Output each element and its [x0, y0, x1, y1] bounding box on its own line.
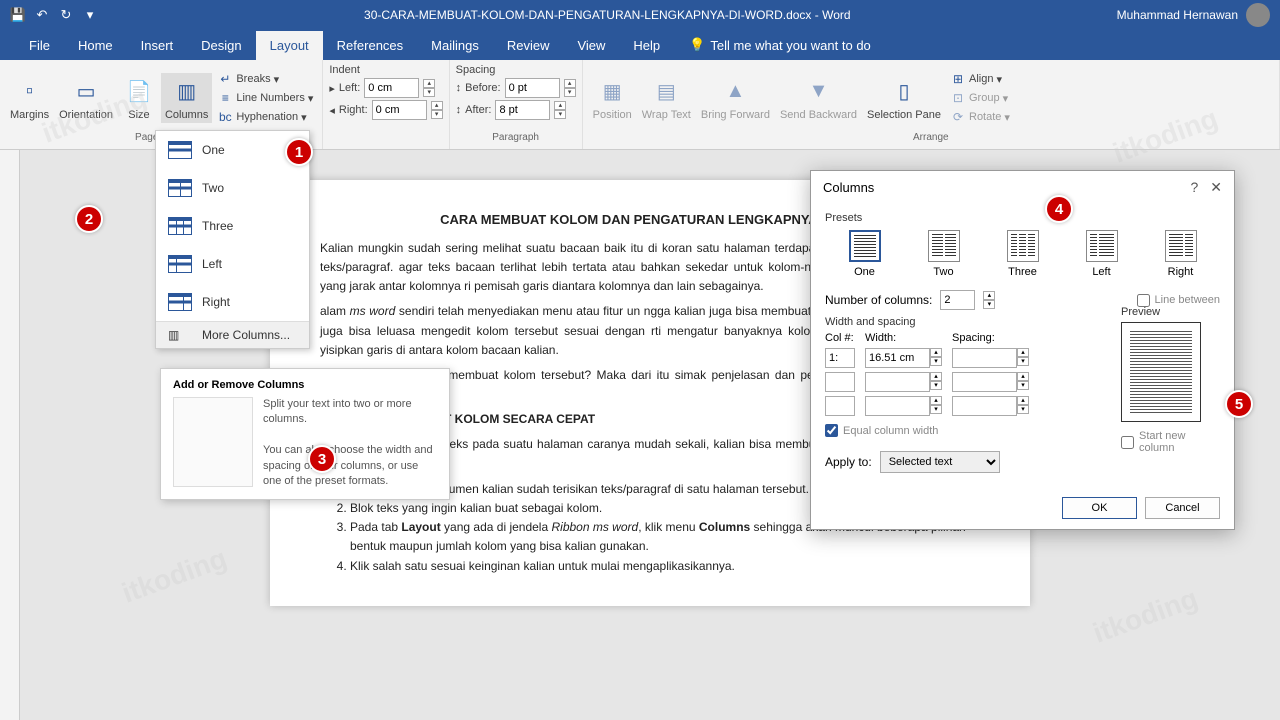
selection-icon: ▯ [888, 75, 920, 107]
number-of-columns-input[interactable] [940, 290, 975, 310]
columns-three[interactable]: Three [156, 207, 309, 245]
document-title: 30-CARA-MEMBUAT-KOLOM-DAN-PENGATURAN-LEN… [98, 8, 1117, 22]
breaks-icon: ↵ [217, 71, 233, 87]
tab-layout[interactable]: Layout [256, 31, 323, 60]
tab-references[interactable]: References [323, 31, 417, 60]
align-icon: ⊞ [950, 71, 966, 87]
group-label-paragraph: Paragraph [456, 132, 576, 145]
tell-me-search[interactable]: 💡 Tell me what you want to do [689, 37, 871, 53]
annotation-badge-5: 5 [1225, 390, 1253, 418]
cancel-button[interactable]: Cancel [1145, 497, 1220, 519]
indent-left-input[interactable] [364, 78, 419, 98]
annotation-badge-4: 4 [1045, 195, 1073, 223]
user-name: Muhammad Hernawan [1117, 8, 1238, 22]
columns-two[interactable]: Two [156, 169, 309, 207]
columns-right[interactable]: Right [156, 283, 309, 321]
group-label-arrange: Arrange [589, 132, 1273, 145]
group-button[interactable]: ⊡Group ▾ [947, 89, 1013, 107]
align-button[interactable]: ⊞Align ▾ [947, 70, 1013, 88]
columns-button[interactable]: ▥Columns [161, 73, 212, 123]
dialog-help-icon[interactable]: ? [1190, 179, 1198, 196]
preset-left[interactable]: Left [1086, 230, 1118, 278]
preset-one[interactable]: One [849, 230, 881, 278]
redo-icon[interactable]: ↻ [58, 7, 74, 23]
preview-box [1121, 322, 1201, 422]
columns-more[interactable]: ▥More Columns... [156, 321, 309, 348]
spinner-up[interactable]: ▴ [423, 79, 435, 88]
bring-forward-button[interactable]: ▲Bring Forward [697, 73, 774, 123]
tab-review[interactable]: Review [493, 31, 564, 60]
columns-icon: ▥ [171, 75, 203, 107]
orientation-icon: ▭ [70, 75, 102, 107]
preset-two[interactable]: Two [928, 230, 960, 278]
indent-right-input[interactable] [372, 100, 427, 120]
columns-dropdown: One Two Three Left Right ▥More Columns..… [155, 130, 310, 349]
margins-icon: ▫ [14, 75, 46, 107]
margins-button[interactable]: ▫Margins [6, 73, 53, 123]
spacing-after-icon: ↕ [456, 104, 462, 116]
line-numbers-button[interactable]: ≡Line Numbers ▾ [214, 89, 316, 107]
tooltip-title: Add or Remove Columns [173, 379, 437, 391]
rotate-icon: ⟳ [950, 109, 966, 125]
line-numbers-icon: ≡ [217, 90, 233, 106]
spacing-before-input[interactable] [505, 78, 560, 98]
tab-insert[interactable]: Insert [127, 31, 188, 60]
preset-right[interactable]: Right [1165, 230, 1197, 278]
tab-file[interactable]: File [15, 31, 64, 60]
size-icon: 📄 [123, 75, 155, 107]
spacing-before-icon: ↕ [456, 82, 462, 94]
start-new-column-checkbox[interactable] [1121, 436, 1134, 449]
spacing-after-input[interactable] [495, 100, 550, 120]
hyphenation-button[interactable]: bcHyphenation ▾ [214, 108, 316, 126]
undo-icon[interactable]: ↶ [34, 7, 50, 23]
width-input[interactable] [865, 348, 930, 368]
columns-dialog: Columns ?✕ Presets One Two Three Left Ri… [810, 170, 1235, 530]
user-avatar[interactable] [1246, 3, 1270, 27]
apply-to-select[interactable]: Selected text [880, 451, 1000, 473]
tab-help[interactable]: Help [619, 31, 674, 60]
tab-design[interactable]: Design [187, 31, 255, 60]
customize-qat-icon[interactable]: ▾ [82, 7, 98, 23]
indent-left-icon: ▸ [329, 82, 335, 95]
tooltip-preview-image [173, 397, 253, 487]
save-icon[interactable]: 💾 [10, 7, 26, 23]
annotation-badge-1: 1 [285, 138, 313, 166]
col-num-input[interactable] [825, 348, 855, 368]
selection-pane-button[interactable]: ▯Selection Pane [863, 73, 945, 123]
forward-icon: ▲ [719, 75, 751, 107]
annotation-badge-3: 3 [308, 445, 336, 473]
position-icon: ▦ [596, 75, 628, 107]
breaks-button[interactable]: ↵Breaks ▾ [214, 70, 316, 88]
group-icon: ⊡ [950, 90, 966, 106]
indent-right-icon: ◂ [329, 104, 335, 117]
equal-width-checkbox[interactable] [825, 424, 838, 437]
vertical-ruler[interactable] [0, 150, 20, 720]
tab-view[interactable]: View [563, 31, 619, 60]
backward-icon: ▼ [802, 75, 834, 107]
spinner-down[interactable]: ▾ [423, 88, 435, 97]
position-button[interactable]: ▦Position [589, 73, 636, 123]
wrap-icon: ▤ [650, 75, 682, 107]
columns-left[interactable]: Left [156, 245, 309, 283]
line-between-checkbox[interactable] [1137, 294, 1150, 307]
annotation-badge-2: 2 [75, 205, 103, 233]
orientation-button[interactable]: ▭Orientation [55, 73, 117, 123]
dialog-title: Columns [823, 180, 874, 195]
send-backward-button[interactable]: ▼Send Backward [776, 73, 861, 123]
size-button[interactable]: 📄Size [119, 73, 159, 123]
preset-three[interactable]: Three [1007, 230, 1039, 278]
spacing-input[interactable] [952, 348, 1017, 368]
tab-home[interactable]: Home [64, 31, 127, 60]
dialog-close-icon[interactable]: ✕ [1210, 179, 1222, 196]
rotate-button[interactable]: ⟳Rotate ▾ [947, 108, 1013, 126]
more-columns-icon: ▥ [168, 328, 192, 342]
wrap-text-button[interactable]: ▤Wrap Text [638, 73, 695, 123]
tab-mailings[interactable]: Mailings [417, 31, 493, 60]
ok-button[interactable]: OK [1062, 497, 1137, 519]
columns-tooltip: Add or Remove Columns Split your text in… [160, 368, 450, 500]
hyphenation-icon: bc [217, 109, 233, 125]
